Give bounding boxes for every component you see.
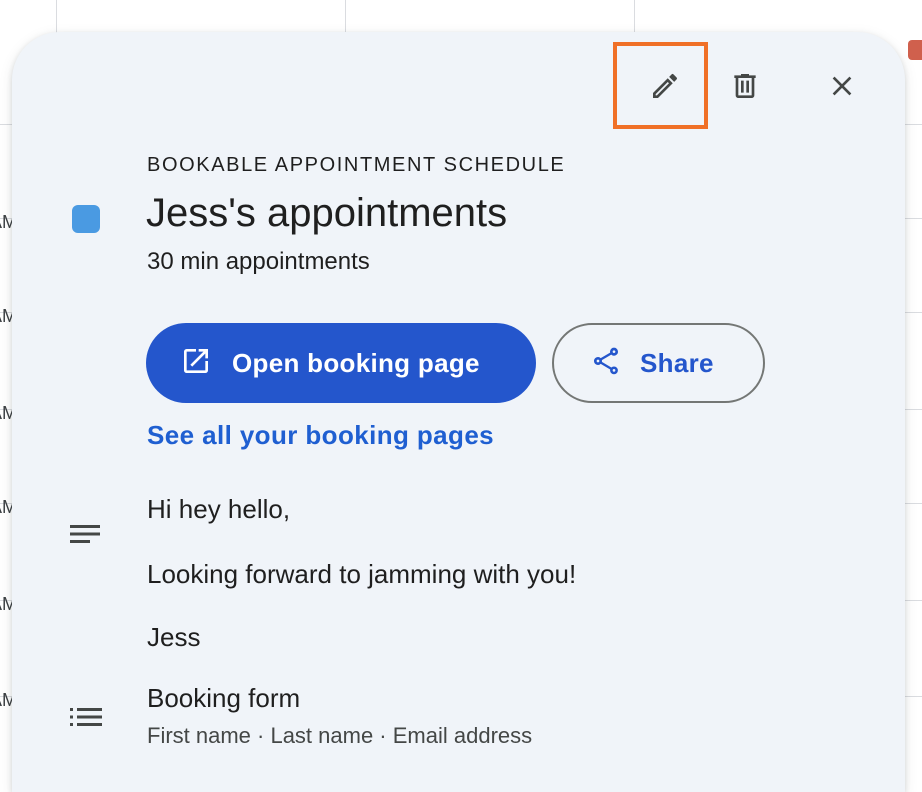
close-button[interactable] — [818, 64, 866, 112]
notes-icon — [70, 522, 102, 551]
share-button[interactable]: Share — [552, 323, 765, 403]
schedule-duration: 30 min appointments — [147, 248, 370, 275]
booking-form-fields: First name · Last name · Email address — [147, 723, 533, 748]
description-line: Looking forward to jamming with you! — [147, 559, 577, 589]
description-line: Jess — [147, 622, 201, 652]
event-chip[interactable] — [908, 40, 922, 60]
share-icon — [590, 345, 622, 382]
list-icon — [70, 706, 102, 733]
schedule-type-label: BOOKABLE APPOINTMENT SCHEDULE — [147, 154, 566, 176]
booking-form-title: Booking form — [147, 683, 301, 713]
calendar-color-swatch — [72, 205, 100, 233]
schedule-title: Jess's appointments — [146, 191, 508, 235]
close-icon — [826, 70, 858, 107]
trash-icon — [729, 70, 761, 107]
description-line: Hi hey hello, — [147, 494, 291, 524]
see-all-booking-pages-link[interactable]: See all your booking pages — [147, 420, 494, 451]
share-label: Share — [640, 347, 714, 378]
open-booking-page-label: Open booking page — [232, 347, 480, 378]
edit-button[interactable] — [641, 64, 689, 112]
delete-button[interactable] — [721, 64, 769, 112]
appointment-details-card — [12, 32, 905, 792]
open-in-new-icon — [180, 345, 212, 382]
pencil-icon — [649, 70, 681, 107]
open-booking-page-button[interactable]: Open booking page — [146, 323, 536, 403]
